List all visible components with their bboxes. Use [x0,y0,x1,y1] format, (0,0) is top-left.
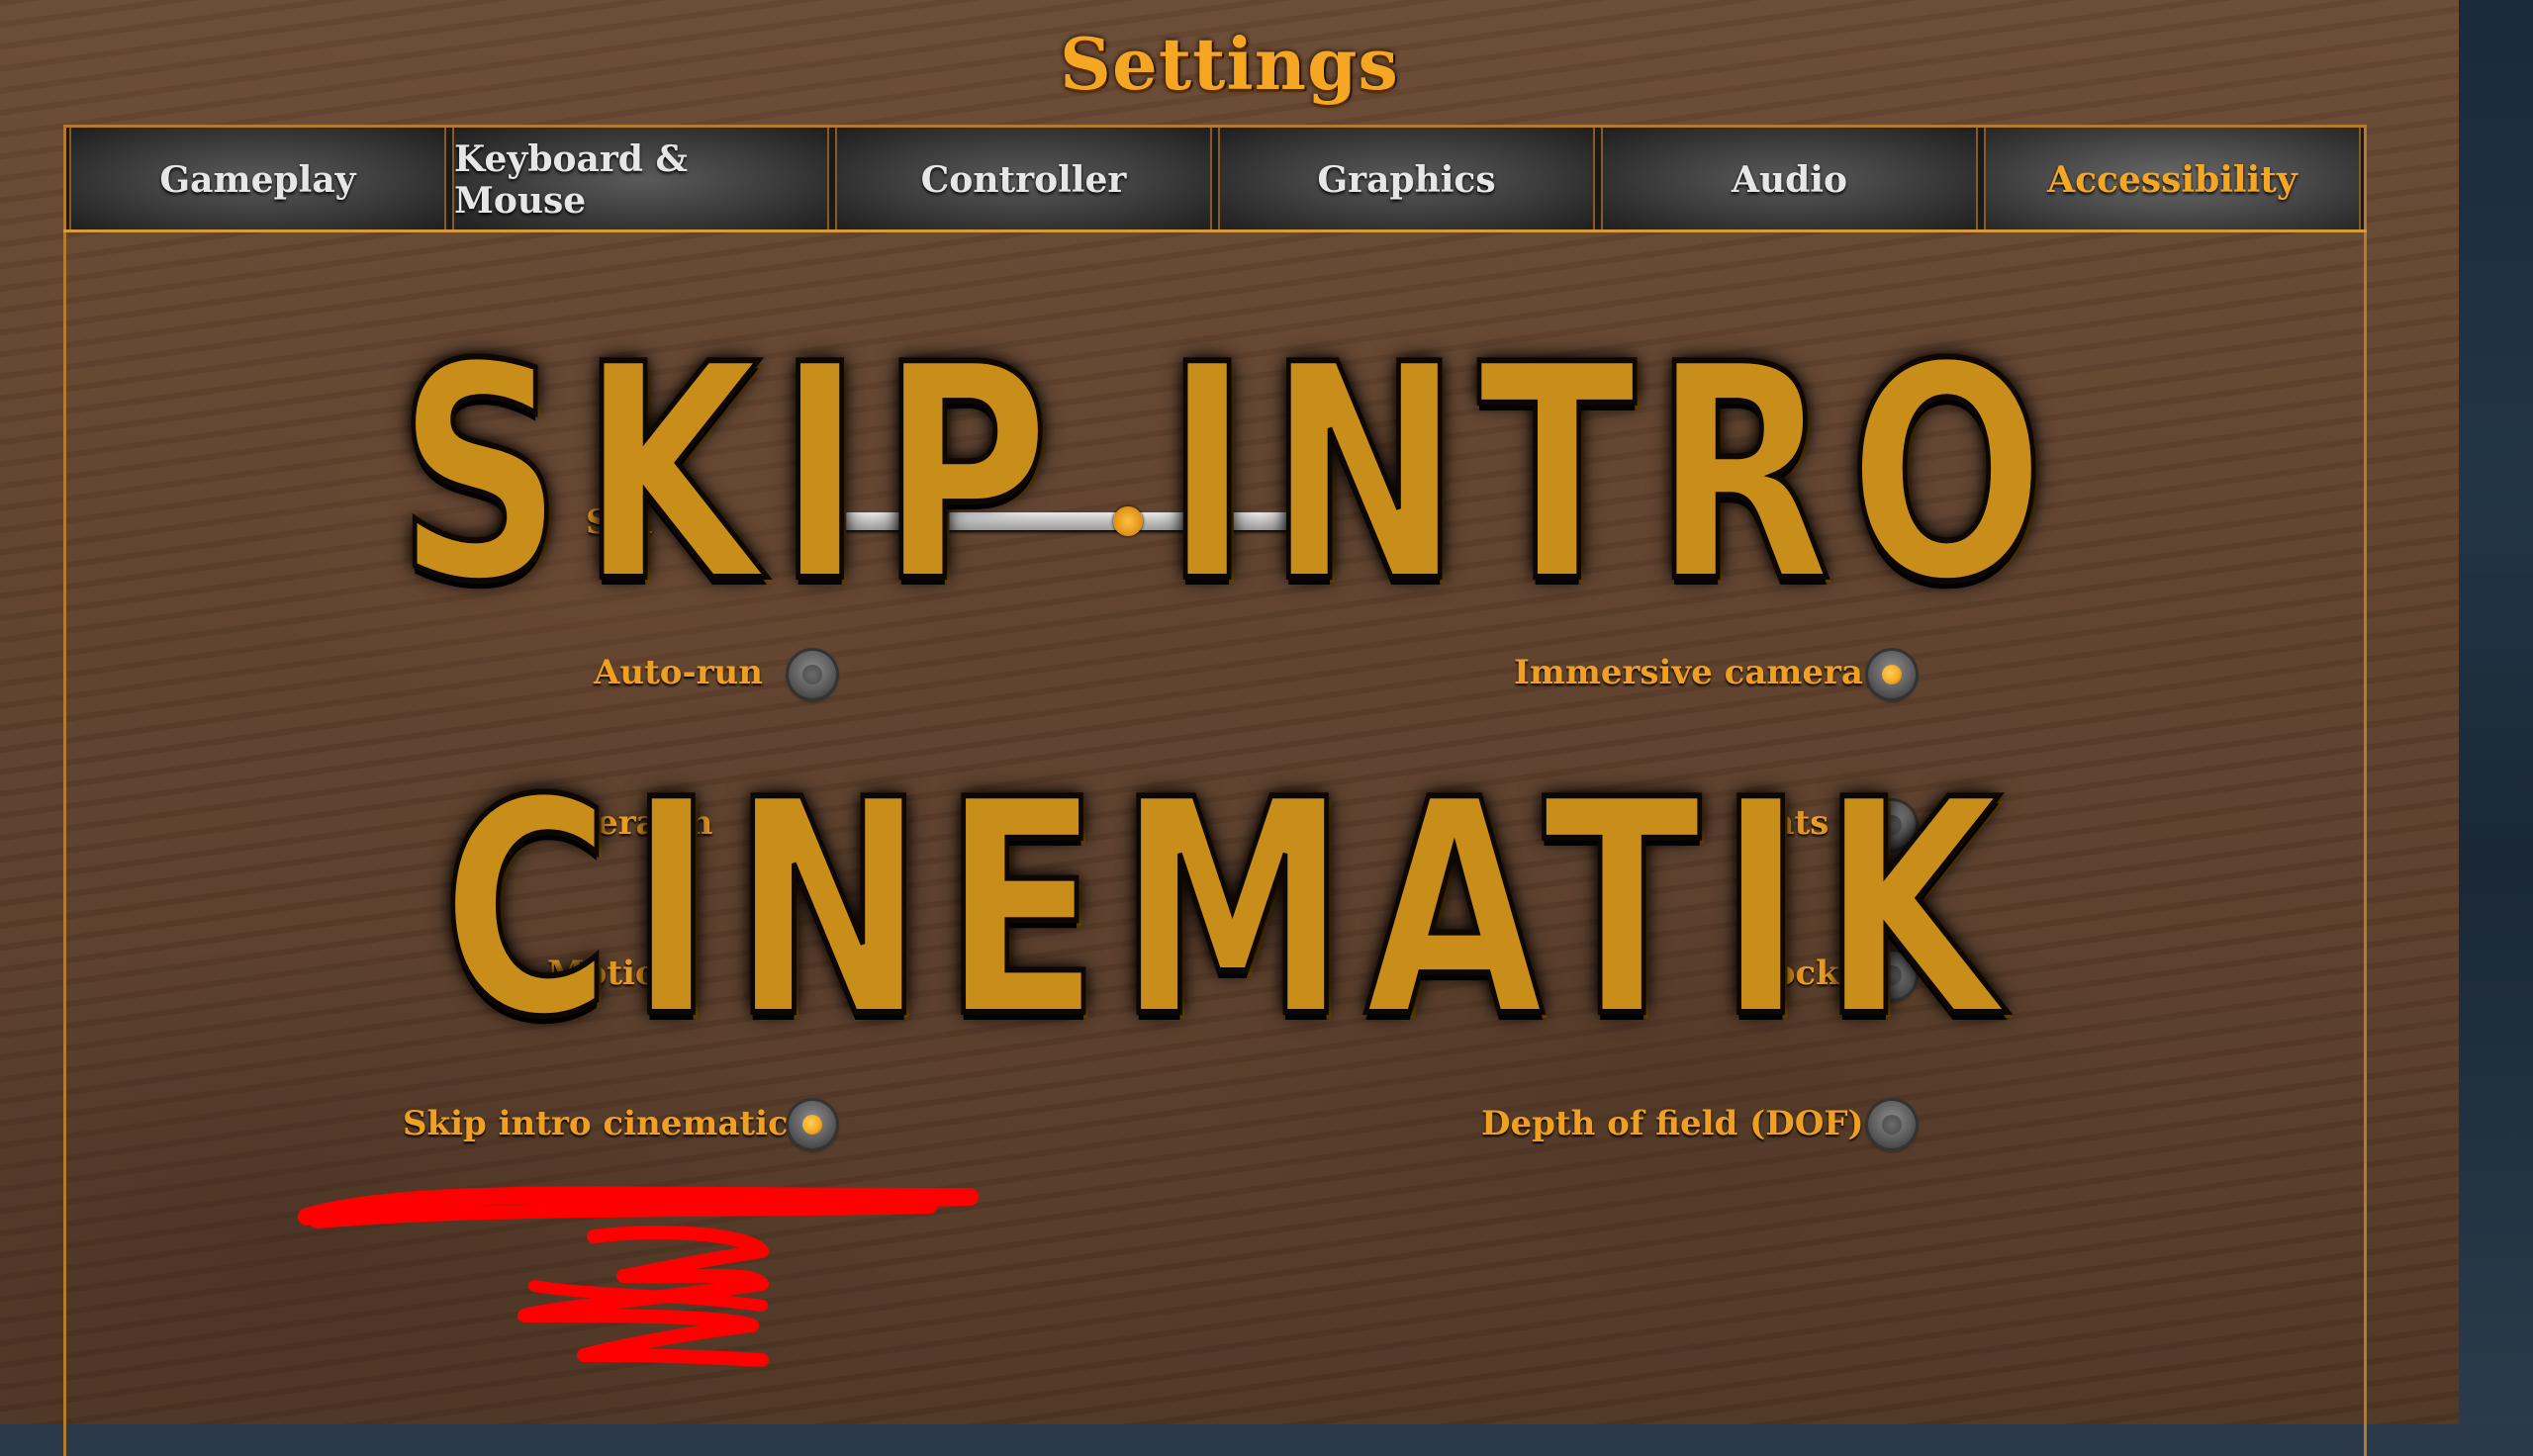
tab-keyboard-mouse[interactable]: Keyboard & Mouse [452,128,829,231]
toggle-auto-run[interactable] [789,651,836,698]
toggle-indicator [802,1115,822,1135]
setting-label-auto-run: Auto-run [594,653,763,692]
toggle-indicator [1882,1115,1902,1135]
setting-label-immersive-camera: Immersive camera [1514,653,1863,692]
toggle-immersive-camera[interactable] [1868,651,1916,698]
tab-accessibility[interactable]: Accessibility [1984,128,2361,231]
setting-label-dof: Depth of field (DOF) [1481,1104,1864,1143]
tab-graphics[interactable]: Graphics [1218,128,1595,231]
tab-controller[interactable]: Controller [835,128,1212,231]
tab-gameplay[interactable]: Gameplay [69,128,446,231]
page-title: Settings [1060,22,1399,106]
toggle-skip-intro[interactable] [789,1101,836,1148]
tab-audio[interactable]: Audio [1601,128,1978,231]
overlay-title-line2: CINEMATIK [439,737,2017,1082]
toggle-indicator [802,665,822,684]
toggle-indicator [1882,665,1902,684]
overlay-title-line1: SKIP INTRO [395,302,2063,647]
background-scenery [2459,0,2533,1424]
tab-bar: Gameplay Keyboard & Mouse Controller Gra… [63,125,2367,231]
setting-label-skip-intro: Skip intro cinematic [403,1104,789,1143]
toggle-dof[interactable] [1868,1101,1916,1148]
red-scribble-annotation [298,1186,979,1367]
settings-panel: Settings Gameplay Keyboard & Mouse Contr… [0,0,2459,1456]
